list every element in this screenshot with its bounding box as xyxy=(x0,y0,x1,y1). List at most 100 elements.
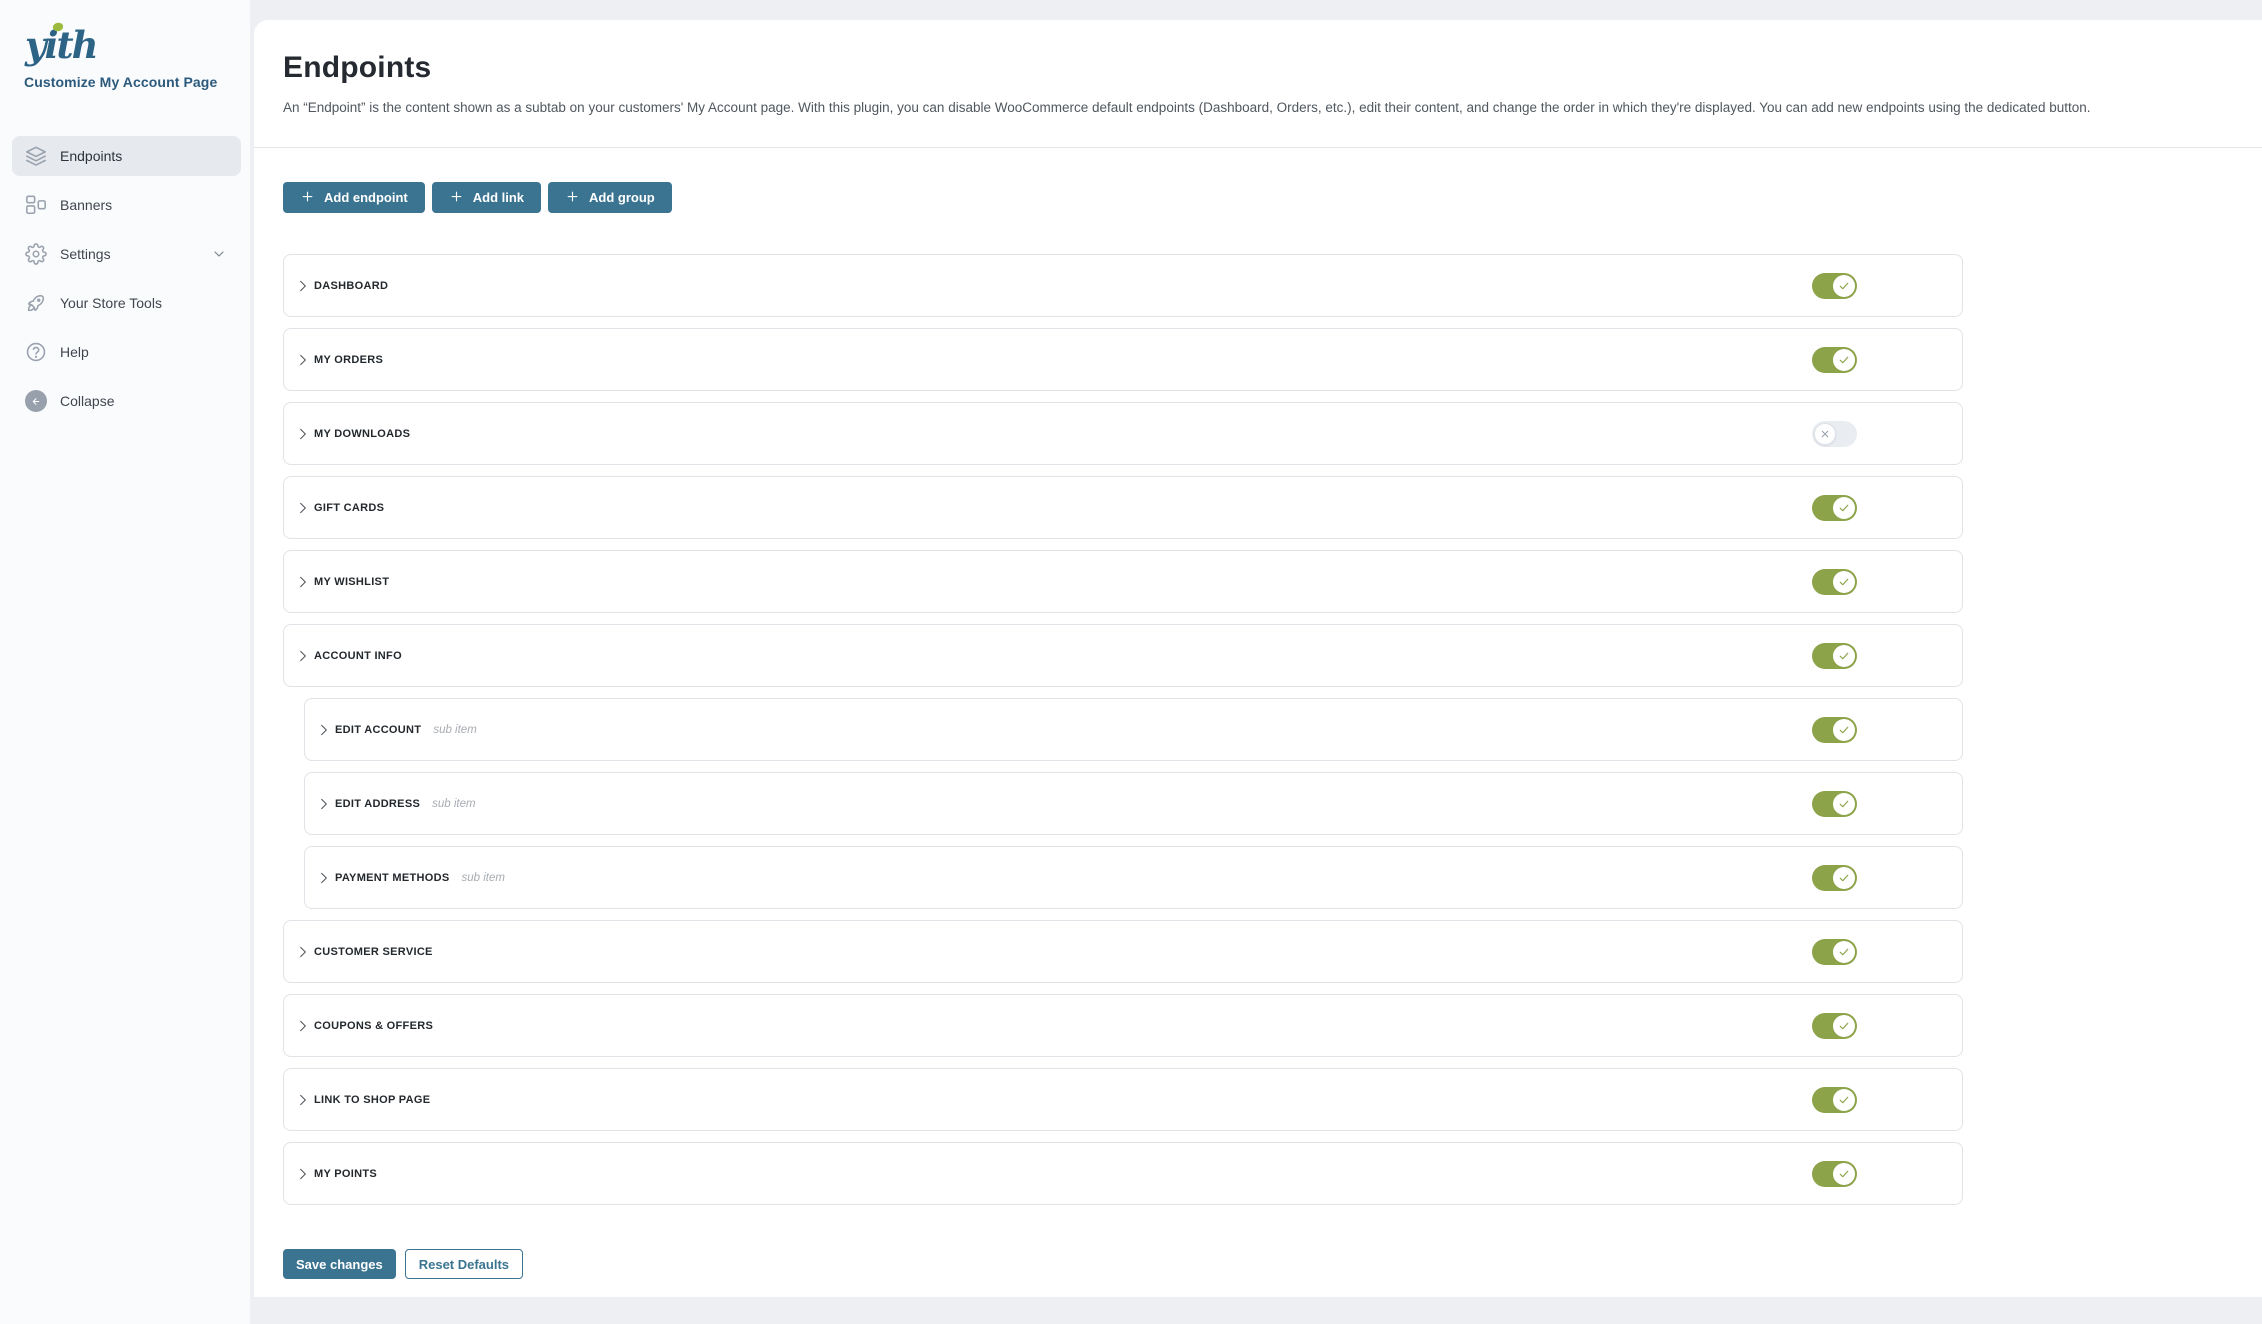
sidebar-item-label: Endpoints xyxy=(60,148,122,164)
toolbar: Add endpoint Add link Add group xyxy=(283,182,2262,213)
sidebar-item-label: Your Store Tools xyxy=(60,295,162,311)
sidebar-item-collapse[interactable]: Collapse xyxy=(12,381,241,421)
toggle-knob xyxy=(1814,423,1836,445)
endpoint-toggle[interactable] xyxy=(1812,791,1857,817)
endpoint-toggle[interactable] xyxy=(1812,939,1857,965)
endpoint-toggle[interactable] xyxy=(1812,495,1857,521)
chevron-down-icon[interactable] xyxy=(211,246,227,262)
chevron-right-icon[interactable] xyxy=(292,1015,314,1037)
content-card: Endpoints An “Endpoint” is the content s… xyxy=(254,20,2262,1297)
toggle-knob xyxy=(1833,1163,1855,1185)
endpoint-label: GIFT CARDS xyxy=(314,502,384,514)
endpoint-label: ACCOUNT INFO xyxy=(314,650,402,662)
endpoint-toggle[interactable] xyxy=(1812,643,1857,669)
sub-item-tag: sub item xyxy=(462,872,505,884)
add-link-button[interactable]: Add link xyxy=(432,182,541,213)
endpoint-label: CUSTOMER SERVICE xyxy=(314,946,433,958)
sidebar-item-your-store-tools[interactable]: Your Store Tools xyxy=(12,283,241,323)
endpoint-toggle[interactable] xyxy=(1812,865,1857,891)
add-endpoint-button[interactable]: Add endpoint xyxy=(283,182,425,213)
toggle-knob xyxy=(1833,867,1855,889)
check-icon xyxy=(1838,724,1850,736)
endpoint-row-customer-service[interactable]: CUSTOMER SERVICE xyxy=(283,920,1963,983)
check-icon xyxy=(1838,1020,1850,1032)
endpoint-row-my-downloads[interactable]: MY DOWNLOADS xyxy=(283,402,1963,465)
toggle-knob xyxy=(1833,1089,1855,1111)
endpoint-row-edit-address[interactable]: EDIT ADDRESS sub item xyxy=(304,772,1963,835)
page-header: Endpoints An “Endpoint” is the content s… xyxy=(254,20,2262,148)
plus-icon xyxy=(449,189,464,207)
main-area: Endpoints An “Endpoint” is the content s… xyxy=(251,0,2262,1324)
endpoint-label: DASHBOARD xyxy=(314,280,388,292)
endpoint-label: LINK TO SHOP PAGE xyxy=(314,1094,430,1106)
endpoint-row-my-wishlist[interactable]: MY WISHLIST xyxy=(283,550,1963,613)
check-icon xyxy=(1838,1094,1850,1106)
endpoint-toggle[interactable] xyxy=(1812,1013,1857,1039)
reset-defaults-button[interactable]: Reset Defaults xyxy=(405,1249,523,1279)
sidebar-item-label: Collapse xyxy=(60,393,114,409)
chevron-right-icon[interactable] xyxy=(313,793,335,815)
save-changes-button[interactable]: Save changes xyxy=(283,1249,396,1279)
sidebar-item-endpoints[interactable]: Endpoints xyxy=(12,136,241,176)
endpoint-label: MY DOWNLOADS xyxy=(314,428,410,440)
check-icon xyxy=(1838,798,1850,810)
chevron-right-icon[interactable] xyxy=(292,349,314,371)
toggle-knob xyxy=(1833,571,1855,593)
endpoint-row-gift-cards[interactable]: GIFT CARDS xyxy=(283,476,1963,539)
chevron-right-icon[interactable] xyxy=(292,645,314,667)
sidebar-nav: Endpoints Banners xyxy=(0,136,250,421)
check-icon xyxy=(1838,280,1850,292)
sub-item-tag: sub item xyxy=(432,798,475,810)
endpoint-toggle[interactable] xyxy=(1812,1087,1857,1113)
endpoint-row-dashboard[interactable]: DASHBOARD xyxy=(283,254,1963,317)
endpoints-list: DASHBOARD MY ORDERS xyxy=(283,254,1963,1205)
endpoint-label: MY WISHLIST xyxy=(314,576,389,588)
endpoint-toggle[interactable] xyxy=(1812,717,1857,743)
endpoint-toggle[interactable] xyxy=(1812,273,1857,299)
endpoint-row-coupons-offers[interactable]: COUPONS & OFFERS xyxy=(283,994,1963,1057)
chevron-right-icon[interactable] xyxy=(292,1089,314,1111)
chevron-right-icon[interactable] xyxy=(292,941,314,963)
add-group-label: Add group xyxy=(589,190,655,205)
check-icon xyxy=(1838,502,1850,514)
check-icon xyxy=(1838,576,1850,588)
x-icon xyxy=(1820,429,1830,439)
endpoint-label: EDIT ACCOUNT xyxy=(335,724,421,736)
endpoint-label: EDIT ADDRESS xyxy=(335,798,420,810)
toggle-knob xyxy=(1833,793,1855,815)
endpoint-row-account-info[interactable]: ACCOUNT INFO xyxy=(283,624,1963,687)
chevron-right-icon[interactable] xyxy=(313,719,335,741)
sidebar-item-settings[interactable]: Settings xyxy=(12,234,241,274)
yith-logo: yith xyxy=(0,0,250,70)
endpoint-toggle[interactable] xyxy=(1812,569,1857,595)
endpoint-row-edit-account[interactable]: EDIT ACCOUNT sub item xyxy=(304,698,1963,761)
chevron-right-icon[interactable] xyxy=(292,1163,314,1185)
endpoint-label: MY ORDERS xyxy=(314,354,383,366)
plus-icon xyxy=(300,189,315,207)
endpoint-toggle[interactable] xyxy=(1812,1161,1857,1187)
sidebar-item-help[interactable]: Help xyxy=(12,332,241,372)
chevron-right-icon[interactable] xyxy=(292,497,314,519)
plugin-title: Customize My Account Page xyxy=(24,74,250,90)
chevron-right-icon[interactable] xyxy=(292,423,314,445)
chevron-right-icon[interactable] xyxy=(292,275,314,297)
endpoint-row-my-points[interactable]: MY POINTS xyxy=(283,1142,1963,1205)
chevron-right-icon[interactable] xyxy=(313,867,335,889)
endpoint-row-link-to-shop-page[interactable]: LINK TO SHOP PAGE xyxy=(283,1068,1963,1131)
sidebar-item-label: Settings xyxy=(60,246,111,262)
layers-icon xyxy=(25,145,47,167)
add-link-label: Add link xyxy=(473,190,524,205)
check-icon xyxy=(1838,1168,1850,1180)
sidebar-item-banners[interactable]: Banners xyxy=(12,185,241,225)
endpoint-row-payment-methods[interactable]: PAYMENT METHODS sub item xyxy=(304,846,1963,909)
gear-icon xyxy=(25,243,47,265)
endpoint-toggle[interactable] xyxy=(1812,347,1857,373)
endpoint-row-my-orders[interactable]: MY ORDERS xyxy=(283,328,1963,391)
page-content: Add endpoint Add link Add group xyxy=(254,148,2262,1279)
page-description: An “Endpoint” is the content shown as a … xyxy=(283,98,2242,117)
toggle-knob xyxy=(1833,941,1855,963)
chevron-right-icon[interactable] xyxy=(292,571,314,593)
endpoint-label: MY POINTS xyxy=(314,1168,377,1180)
endpoint-toggle[interactable] xyxy=(1812,421,1857,447)
add-group-button[interactable]: Add group xyxy=(548,182,672,213)
